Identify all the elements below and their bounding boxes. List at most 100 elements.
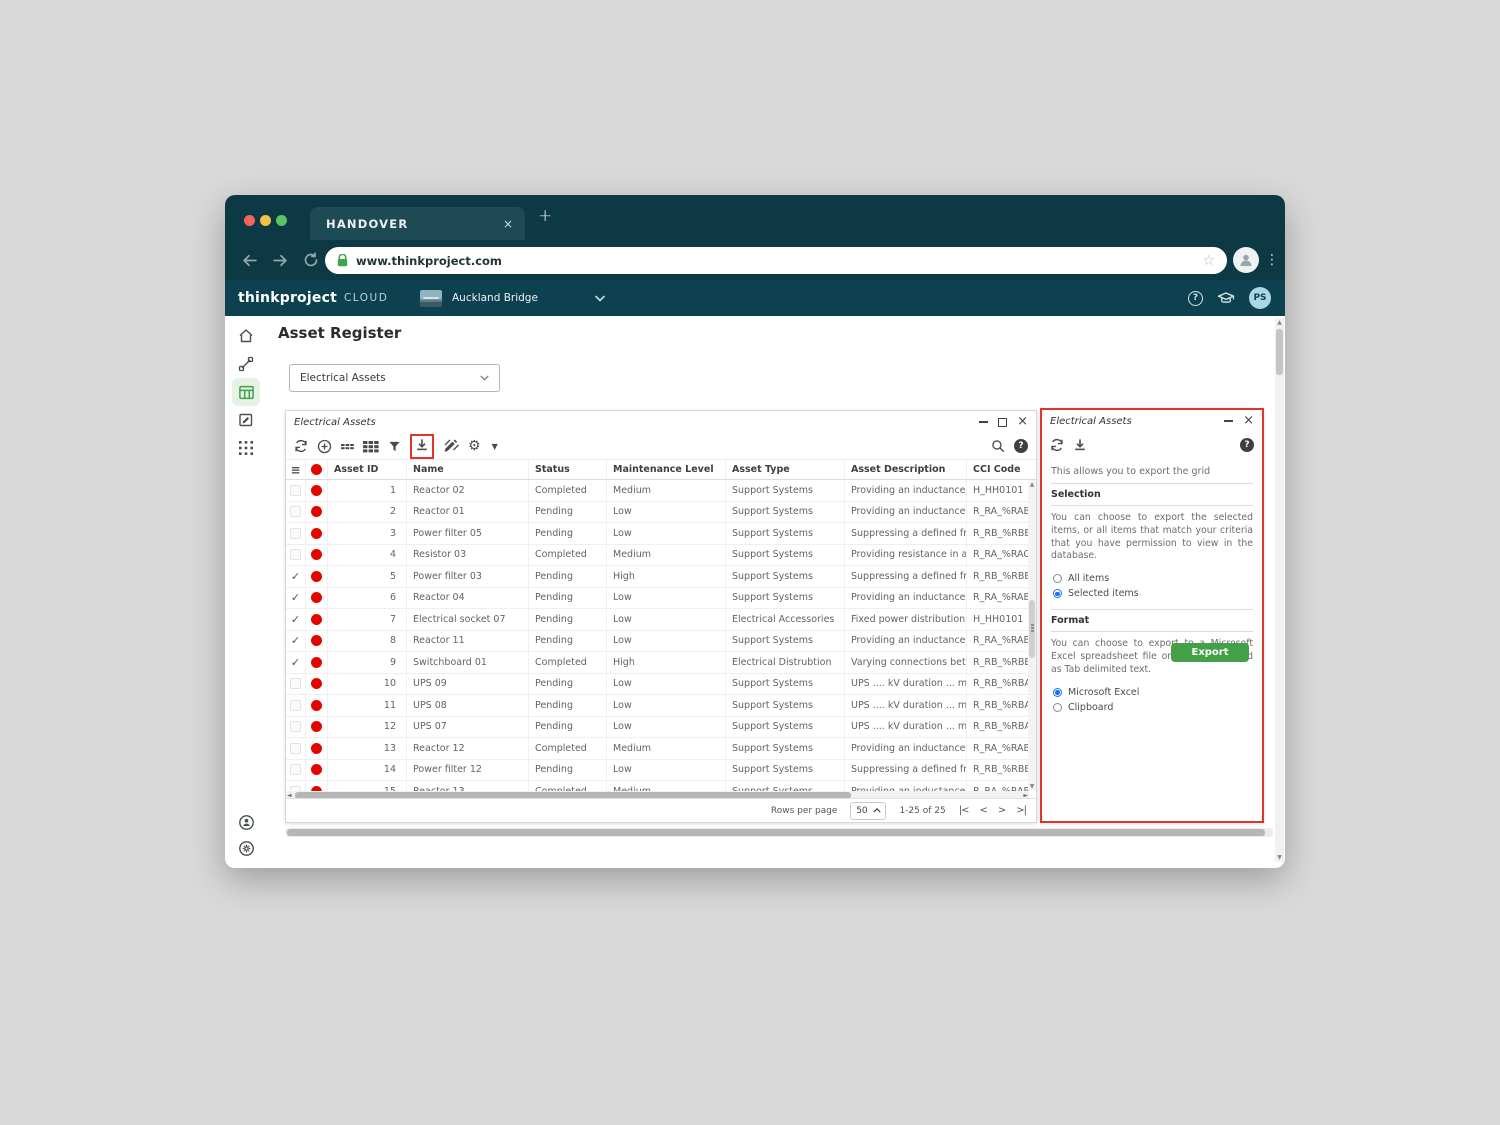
add-item-icon[interactable]	[317, 439, 332, 454]
cell-name[interactable]: Resistor 03	[407, 545, 529, 566]
grid-help-icon[interactable]: ?	[1014, 439, 1028, 453]
radio-option[interactable]: Microsoft Excel	[1053, 685, 1253, 700]
row-checkbox[interactable]	[286, 695, 306, 716]
sidebar-item-asset-register-active[interactable]	[232, 378, 260, 406]
cell-name[interactable]: Reactor 02	[407, 480, 529, 501]
cell-status[interactable]: Completed	[529, 738, 607, 759]
table-row[interactable]: 15Reactor 13CompletedMediumSupport Syste…	[286, 781, 1036, 791]
radio-circle-icon[interactable]	[1053, 574, 1062, 583]
cell-status[interactable]: Completed	[529, 545, 607, 566]
cell-cci-code[interactable]: R_RA_%RAB02	[967, 781, 1029, 791]
cell-asset-id[interactable]: 14	[328, 760, 407, 781]
row-checkbox[interactable]	[286, 781, 306, 791]
row-menu-icon[interactable]: ≡	[290, 463, 300, 477]
cell-asset-description[interactable]: UPS .... kV duration ... min	[845, 717, 967, 738]
radio-option[interactable]: All items	[1053, 571, 1253, 586]
cell-cci-code[interactable]: R_RB_%RBB09	[967, 652, 1029, 673]
table-row[interactable]: ✓5Power filter 03PendingHighSupport Syst…	[286, 566, 1036, 588]
cell-asset-id[interactable]: 15	[328, 781, 407, 791]
address-bar[interactable]: www.thinkproject.com ☆	[325, 247, 1227, 274]
page-hscroll-thumb[interactable]	[287, 829, 1265, 836]
export-close-icon[interactable]: ×	[1243, 416, 1254, 426]
cell-asset-id[interactable]: 3	[328, 523, 407, 544]
cell-asset-type[interactable]: Support Systems	[726, 781, 845, 791]
table-row[interactable]: ✓6Reactor 04PendingLowSupport SystemsPro…	[286, 588, 1036, 610]
row-checkbox[interactable]	[286, 480, 306, 501]
panel-close-icon[interactable]: ×	[1017, 417, 1028, 427]
cell-maintenance-level[interactable]: High	[607, 652, 726, 673]
scroll-down-icon[interactable]: ▼	[1028, 783, 1036, 790]
panel-maximize-icon[interactable]	[998, 418, 1007, 427]
cell-cci-code[interactable]: R_RB_%RBA01	[967, 695, 1029, 716]
cell-maintenance-level[interactable]: Low	[607, 717, 726, 738]
cell-cci-code[interactable]: H_HH0101	[967, 609, 1029, 630]
tab-close-icon[interactable]: ×	[503, 217, 513, 231]
cell-cci-code[interactable]: R_RB_%RBB09	[967, 760, 1029, 781]
filter-icon[interactable]	[388, 440, 401, 453]
cell-maintenance-level[interactable]: High	[607, 566, 726, 587]
cell-asset-description[interactable]: Suppressing a defined freque...	[845, 523, 967, 544]
column-header-asset-id[interactable]: Asset ID	[328, 460, 407, 479]
cell-maintenance-level[interactable]: Low	[607, 523, 726, 544]
new-tab-button[interactable]: +	[538, 206, 552, 226]
page-horizontal-scrollbar[interactable]	[285, 828, 1273, 837]
column-header-status[interactable]: Status	[529, 460, 607, 479]
cell-asset-type[interactable]: Support Systems	[726, 588, 845, 609]
cell-cci-code[interactable]: R_RB_%RBA01	[967, 717, 1029, 738]
cell-asset-type[interactable]: Support Systems	[726, 523, 845, 544]
cell-asset-type[interactable]: Support Systems	[726, 717, 845, 738]
cell-maintenance-level[interactable]: Low	[607, 695, 726, 716]
page-vscroll-thumb[interactable]	[1276, 329, 1283, 375]
radio-circle-icon[interactable]	[1053, 703, 1062, 712]
register-select[interactable]: Electrical Assets	[289, 364, 500, 392]
cell-name[interactable]: Reactor 12	[407, 738, 529, 759]
cell-asset-description[interactable]: Providing an inductance in a ...	[845, 502, 967, 523]
row-checkbox[interactable]	[286, 545, 306, 566]
radio-option[interactable]: Clipboard	[1053, 700, 1253, 715]
cell-asset-description[interactable]: Providing an inductance in a ...	[845, 738, 967, 759]
row-checkbox[interactable]: ✓	[286, 588, 306, 609]
project-chevron-down-icon[interactable]	[595, 295, 605, 302]
export-refresh-icon[interactable]	[1050, 438, 1064, 452]
table-row[interactable]: 1Reactor 02CompletedMediumSupport System…	[286, 480, 1036, 502]
cell-maintenance-level[interactable]: Low	[607, 631, 726, 652]
page-scroll-up-icon[interactable]: ▲	[1275, 319, 1284, 326]
row-checkbox[interactable]	[286, 674, 306, 695]
cell-name[interactable]: Power filter 03	[407, 566, 529, 587]
export-download-tool-icon[interactable]	[1073, 438, 1087, 452]
browser-tab[interactable]: HANDOVER ×	[310, 207, 525, 240]
minimize-window-button[interactable]	[260, 215, 271, 226]
cell-status[interactable]: Completed	[529, 480, 607, 501]
export-minimize-icon[interactable]	[1224, 420, 1233, 422]
table-row[interactable]: 14Power filter 12PendingLowSupport Syste…	[286, 760, 1036, 782]
cell-asset-type[interactable]: Support Systems	[726, 738, 845, 759]
row-checkbox[interactable]	[286, 738, 306, 759]
sidebar-item-apps-grid[interactable]	[236, 438, 256, 458]
cell-asset-id[interactable]: 7	[328, 609, 407, 630]
cell-status[interactable]: Pending	[529, 631, 607, 652]
project-selector[interactable]: Auckland Bridge	[420, 280, 538, 316]
column-header-asset-type[interactable]: Asset Type	[726, 460, 845, 479]
cell-status[interactable]: Pending	[529, 609, 607, 630]
help-icon[interactable]: ?	[1188, 291, 1203, 306]
table-row[interactable]: ✓9Switchboard 01CompletedHighElectrical …	[286, 652, 1036, 674]
cell-status[interactable]: Pending	[529, 695, 607, 716]
cell-name[interactable]: Reactor 13	[407, 781, 529, 791]
cell-asset-description[interactable]: Varying connections between...	[845, 652, 967, 673]
cell-asset-id[interactable]: 13	[328, 738, 407, 759]
next-page-icon[interactable]: >	[998, 805, 1005, 816]
cell-cci-code[interactable]: R_RB_%RBB09	[967, 523, 1029, 544]
cell-asset-description[interactable]: Suppressing a defined freque...	[845, 566, 967, 587]
export-help-icon[interactable]: ?	[1240, 438, 1254, 452]
edit-multiple-icon[interactable]	[443, 439, 459, 453]
cell-name[interactable]: Reactor 01	[407, 502, 529, 523]
prev-page-icon[interactable]: <	[979, 805, 986, 816]
cell-maintenance-level[interactable]: Low	[607, 588, 726, 609]
export-download-icon[interactable]	[415, 438, 429, 452]
cell-status[interactable]: Completed	[529, 652, 607, 673]
cell-name[interactable]: Switchboard 01	[407, 652, 529, 673]
column-header-name[interactable]: Name	[407, 460, 529, 479]
cell-asset-description[interactable]: Fixed power distribution	[845, 609, 967, 630]
cell-asset-id[interactable]: 4	[328, 545, 407, 566]
cell-asset-description[interactable]: Providing an inductance in a ...	[845, 480, 967, 501]
